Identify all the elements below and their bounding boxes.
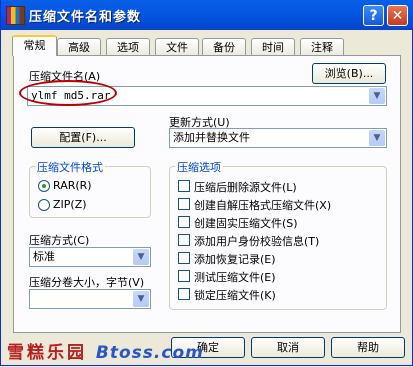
split-size-select[interactable]: ▼ bbox=[29, 289, 151, 309]
help-button[interactable]: 帮助 bbox=[331, 337, 405, 358]
chevron-down-icon[interactable]: ▼ bbox=[369, 88, 385, 104]
tab-general[interactable]: 常规 bbox=[12, 35, 57, 56]
browse-button[interactable]: 浏览(B)... bbox=[312, 63, 386, 84]
watermark: 雪糕乐园 Btoss.com bbox=[7, 338, 204, 363]
dialog-window: 压缩文件名和参数 ? ✕ 常规 高级 选项 文件 备份 时间 注释 压缩文件名(… bbox=[0, 0, 413, 366]
split-size-label: 压缩分卷大小，字节(V) bbox=[29, 276, 145, 289]
recovery-record-checkbox[interactable] bbox=[178, 252, 190, 264]
authenticity-label[interactable]: 添加用户身份校验信息(T) bbox=[194, 233, 319, 249]
close-icon[interactable]: ✕ bbox=[387, 5, 408, 26]
help-title-button[interactable]: ? bbox=[363, 5, 384, 26]
rar-radio[interactable] bbox=[38, 180, 50, 192]
sfx-label[interactable]: 创建自解压格式压缩文件(X) bbox=[194, 197, 331, 213]
tab-advanced[interactable]: 高级 bbox=[57, 38, 101, 55]
window-title: 压缩文件名和参数 bbox=[29, 10, 142, 25]
rar-radio-label[interactable]: RAR(R) bbox=[53, 179, 92, 192]
profiles-button[interactable]: 配置(F)... bbox=[31, 127, 135, 148]
winrar-icon bbox=[6, 6, 25, 25]
title-bar: 压缩文件名和参数 ? ✕ bbox=[1, 0, 413, 30]
lock-archive-label[interactable]: 锁定压缩文件(K) bbox=[194, 287, 276, 303]
tab-backup[interactable]: 备份 bbox=[202, 38, 246, 55]
update-mode-value: 添加并替换文件 bbox=[173, 131, 250, 144]
options-group-title: 压缩选项 bbox=[175, 159, 223, 175]
test-archive-checkbox[interactable] bbox=[178, 270, 190, 282]
solid-label[interactable]: 创建固实压缩文件(S) bbox=[194, 215, 298, 231]
chevron-down-icon[interactable]: ▼ bbox=[369, 130, 385, 146]
tab-time[interactable]: 时间 bbox=[251, 38, 295, 55]
authenticity-checkbox[interactable] bbox=[178, 234, 190, 246]
cancel-button[interactable]: 取消 bbox=[251, 337, 325, 358]
format-group-title: 压缩文件格式 bbox=[35, 159, 105, 175]
test-archive-label[interactable]: 测试压缩文件(E) bbox=[194, 269, 276, 285]
compression-method-select[interactable]: 标准 ▼ bbox=[29, 247, 151, 267]
compression-method-label: 压缩方式(C) bbox=[29, 234, 90, 247]
compression-method-value: 标准 bbox=[33, 250, 55, 263]
tab-comment[interactable]: 注释 bbox=[300, 38, 344, 55]
sfx-checkbox[interactable] bbox=[178, 198, 190, 210]
delete-after-checkbox[interactable] bbox=[178, 180, 190, 192]
watermark-text: 雪糕乐园 bbox=[7, 343, 87, 363]
zip-radio[interactable] bbox=[38, 199, 50, 211]
tab-files[interactable]: 文件 bbox=[155, 38, 199, 55]
delete-after-label[interactable]: 压缩后删除源文件(L) bbox=[194, 179, 297, 195]
chevron-down-icon[interactable]: ▼ bbox=[133, 249, 149, 265]
lock-archive-checkbox[interactable] bbox=[178, 288, 190, 300]
red-highlight-circle bbox=[19, 80, 117, 106]
update-mode-select[interactable]: 添加并替换文件 ▼ bbox=[169, 128, 387, 148]
watermark-domain: Btoss.com bbox=[95, 343, 204, 363]
recovery-record-label[interactable]: 添加恢复记录(E) bbox=[194, 251, 276, 267]
tab-options[interactable]: 选项 bbox=[106, 38, 150, 55]
chevron-down-icon[interactable]: ▼ bbox=[133, 291, 149, 307]
zip-radio-label[interactable]: ZIP(Z) bbox=[53, 198, 87, 211]
solid-checkbox[interactable] bbox=[178, 216, 190, 228]
